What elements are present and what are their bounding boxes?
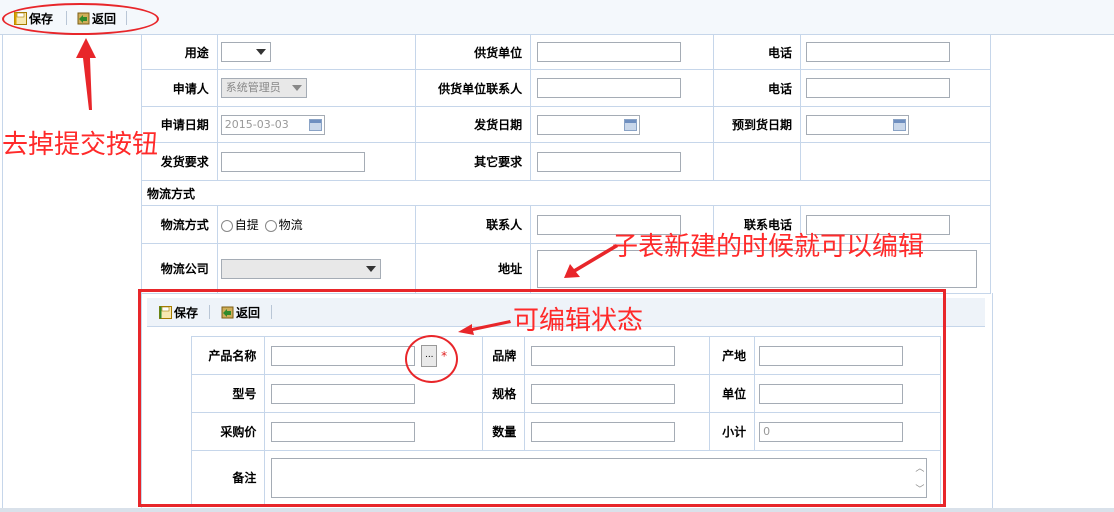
other-req-label: 其它要求 — [415, 142, 532, 181]
supplier-contact-input[interactable] — [537, 78, 682, 98]
logistics-method-label: 物流方式 — [141, 205, 218, 244]
contact-label: 联系人 — [415, 205, 532, 244]
purpose-select[interactable] — [220, 42, 271, 62]
phone2-label: 电话 — [713, 69, 802, 107]
self-pickup-radio[interactable] — [220, 219, 233, 232]
logistics-company-select[interactable] — [220, 258, 381, 279]
chevron-down-icon — [255, 49, 266, 55]
supplier-contact-label: 供货单位联系人 — [415, 69, 532, 107]
supplier-input[interactable] — [537, 42, 682, 62]
apply-date-value: 2015-03-03 — [224, 117, 289, 131]
annotation-subtable-editable: 子表新建的时候就可以编辑 — [612, 232, 925, 262]
applicant-label: 申请人 — [141, 69, 218, 107]
chevron-down-icon — [365, 265, 376, 272]
phone-label: 电话 — [713, 34, 802, 70]
chevron-down-icon — [291, 85, 302, 91]
annotation-oval-picker — [405, 335, 458, 383]
calendar-icon[interactable] — [308, 118, 322, 131]
other-req-input[interactable] — [537, 151, 682, 172]
arrival-date-label: 预到货日期 — [713, 106, 802, 143]
left-border — [2, 34, 3, 512]
logistics-radio[interactable] — [264, 219, 277, 232]
logistics-radio-label: 物流 — [278, 218, 303, 232]
phone-input[interactable] — [806, 42, 951, 62]
annotation-remove-submit: 去掉提交按钮 — [2, 130, 159, 160]
ship-date-input[interactable] — [537, 114, 641, 135]
phone2-input[interactable] — [806, 78, 951, 98]
calendar-icon[interactable] — [893, 118, 907, 131]
purpose-label: 用途 — [141, 34, 218, 70]
ship-date-label: 发货日期 — [415, 106, 532, 143]
apply-date-input[interactable]: 2015-03-03 — [220, 114, 325, 135]
calendar-icon[interactable] — [624, 118, 638, 131]
self-pickup-label: 自提 — [234, 218, 259, 232]
annotation-arrow-picker — [458, 320, 511, 335]
supplier-label: 供货单位 — [415, 34, 532, 70]
bottom-scrollbar[interactable] — [0, 508, 1114, 512]
annotation-editable-state: 可编辑状态 — [513, 306, 644, 336]
applicant-value: 系统管理员 — [225, 81, 281, 94]
address-label: 地址 — [415, 243, 532, 294]
applicant-select[interactable]: 系统管理员 — [220, 78, 307, 98]
logistics-section-title: 物流方式 — [141, 180, 991, 206]
annotation-arrow-up — [76, 38, 96, 110]
top-toolbar: 保存 返回 — [0, 0, 1114, 35]
logistics-radio-group: 自提 物流 — [216, 205, 417, 244]
ship-req-input[interactable] — [220, 151, 365, 172]
logistics-company-label: 物流公司 — [141, 243, 218, 294]
annotation-oval-toolbar — [2, 3, 159, 35]
annotation-arrow-subtable — [564, 244, 618, 278]
arrival-date-input[interactable] — [806, 114, 910, 135]
